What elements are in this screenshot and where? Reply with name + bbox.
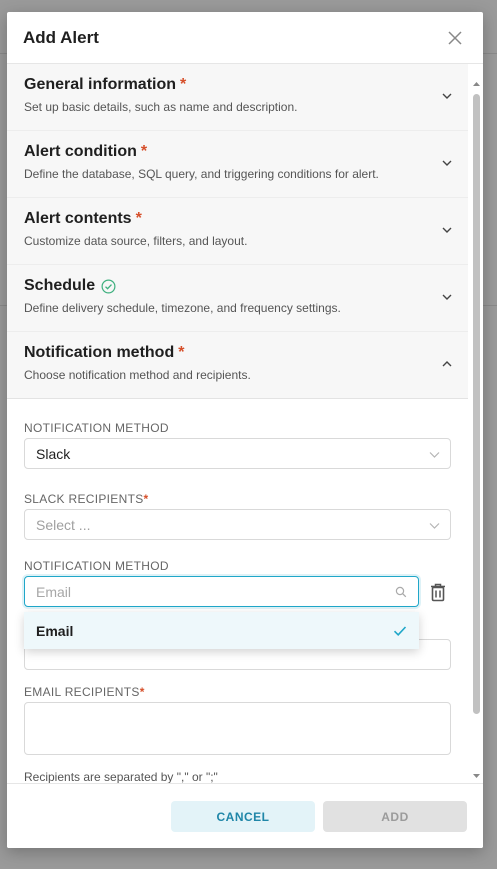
modal-title: Add Alert	[23, 27, 99, 47]
panel-title: Notification method *	[24, 344, 451, 362]
panel-title: General information *	[24, 76, 451, 94]
email-recipients-label: EMAIL RECIPIENTS*	[24, 685, 145, 699]
cancel-button[interactable]: CANCEL	[171, 801, 315, 832]
panel-description: Define delivery schedule, timezone, and …	[24, 301, 341, 315]
required-mark: *	[139, 685, 145, 699]
modal-scrollbar[interactable]	[471, 78, 481, 783]
panel-title-text: Notification method	[24, 344, 175, 361]
email-recipients-label-text: EMAIL RECIPIENTS	[24, 685, 140, 699]
notification-method-label: NOTIFICATION METHOD	[24, 421, 169, 435]
panel-title: Schedule	[24, 277, 451, 295]
panel-description: Choose notification method and recipient…	[24, 368, 251, 382]
check-circle-icon	[101, 279, 116, 293]
panel-title-text: Alert condition	[24, 143, 137, 160]
notification-method-select[interactable]: Slack	[24, 438, 451, 469]
notification-method-content: NOTIFICATION METHOD Slack SLACK RECIPIEN…	[7, 399, 468, 783]
required-mark: *	[178, 344, 185, 361]
panel-general-information[interactable]: General information * Set up basic detai…	[7, 64, 468, 131]
chevron-down-icon	[429, 523, 440, 529]
chevron-down-icon	[442, 227, 452, 233]
modal-scroll-content: General information * Set up basic detai…	[7, 64, 468, 783]
close-button[interactable]	[443, 26, 467, 50]
required-mark: *	[140, 143, 148, 160]
check-icon	[393, 625, 407, 636]
modal-footer: CANCEL ADD	[7, 783, 483, 848]
email-recipients-textarea[interactable]	[24, 702, 451, 755]
delete-method-button[interactable]	[427, 581, 449, 603]
search-icon	[395, 586, 407, 598]
panel-title-text: Schedule	[24, 277, 96, 294]
notification-method-label: NOTIFICATION METHOD	[24, 559, 169, 573]
required-mark: *	[135, 210, 142, 227]
trash-icon	[431, 583, 445, 602]
slack-recipients-label: SLACK RECIPIENTS*	[24, 492, 148, 506]
chevron-down-icon	[442, 160, 452, 166]
scroll-up-arrow-icon[interactable]	[472, 80, 481, 88]
panel-description: Set up basic details, such as name and d…	[24, 100, 298, 114]
required-mark: *	[180, 76, 187, 93]
chevron-down-icon	[442, 294, 452, 300]
panel-description: Define the database, SQL query, and trig…	[24, 167, 379, 181]
chevron-down-icon	[429, 452, 440, 458]
selected-value: Slack	[36, 445, 71, 462]
notification-method-search-select[interactable]	[24, 576, 419, 607]
dropdown-option-email[interactable]: Email	[24, 612, 419, 649]
panel-schedule[interactable]: Schedule Define delivery schedule, timez…	[7, 265, 468, 332]
modal-body: General information * Set up basic detai…	[7, 64, 483, 783]
required-mark: *	[143, 492, 149, 506]
notification-method-search-input[interactable]	[36, 583, 407, 600]
chevron-down-icon	[442, 93, 452, 99]
panel-title: Alert condition *	[24, 143, 451, 161]
scrollbar-thumb[interactable]	[473, 94, 480, 714]
panel-notification-method[interactable]: Notification method * Choose notificatio…	[7, 332, 468, 399]
add-button[interactable]: ADD	[323, 801, 467, 832]
panel-title-text: Alert contents	[24, 210, 132, 227]
chevron-up-icon	[442, 361, 452, 367]
select-placeholder: Select ...	[36, 516, 91, 533]
panel-alert-condition[interactable]: Alert condition * Define the database, S…	[7, 131, 468, 198]
panel-title-text: General information	[24, 76, 177, 93]
panel-title: Alert contents *	[24, 210, 451, 228]
scroll-down-arrow-icon[interactable]	[472, 772, 481, 780]
recipients-hint: Recipients are separated by "," or ";"	[24, 770, 218, 783]
modal-header: Add Alert	[7, 12, 483, 64]
add-alert-modal: Add Alert General information * Set up b…	[7, 12, 483, 848]
slack-recipients-label-text: SLACK RECIPIENTS	[24, 492, 144, 506]
panel-description: Customize data source, filters, and layo…	[24, 234, 248, 248]
notification-method-dropdown: Email	[24, 612, 419, 649]
option-label: Email	[36, 622, 74, 639]
slack-recipients-select[interactable]: Select ...	[24, 509, 451, 540]
close-icon	[448, 30, 462, 45]
panel-alert-contents[interactable]: Alert contents * Customize data source, …	[7, 198, 468, 265]
